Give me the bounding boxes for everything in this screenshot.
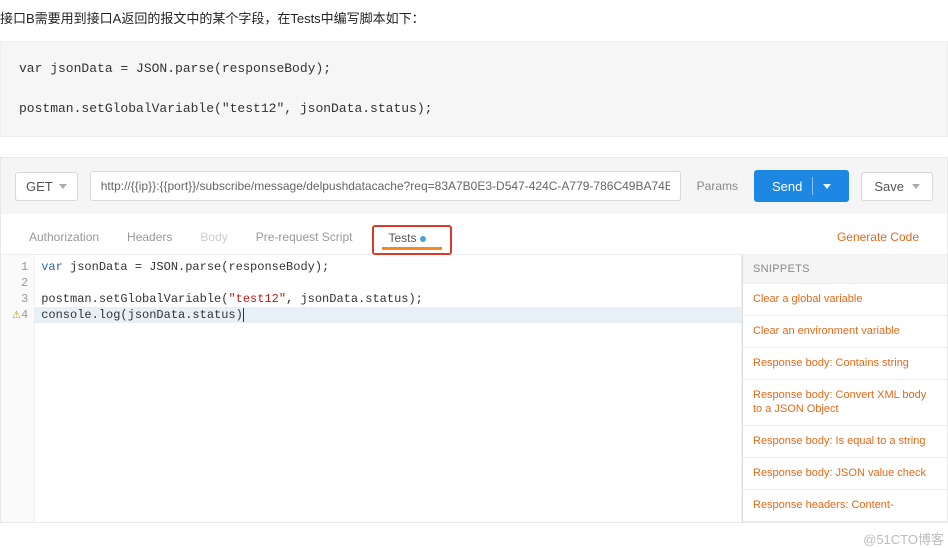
cursor-icon xyxy=(243,308,244,322)
generate-code-link[interactable]: Generate Code xyxy=(837,224,933,254)
t: var xyxy=(41,260,63,274)
chevron-down-icon xyxy=(59,184,67,189)
code-line: var jsonData = JSON.parse(responseBody); xyxy=(19,56,929,82)
line-num: 1 xyxy=(11,259,28,275)
line-num: ⚠4 xyxy=(11,307,28,323)
t: "test12" xyxy=(228,292,286,306)
code-editor[interactable]: 1 2 3 ⚠4 var jsonData = JSON.parse(respo… xyxy=(1,255,742,522)
workarea: 1 2 3 ⚠4 var jsonData = JSON.parse(respo… xyxy=(1,255,947,522)
code-area[interactable]: var jsonData = JSON.parse(responseBody);… xyxy=(35,255,741,522)
tab-tests-label: Tests xyxy=(388,231,416,245)
chevron-down-icon xyxy=(912,184,920,189)
dot-icon xyxy=(420,236,426,242)
snippet-item[interactable]: Response body: Is equal to a string xyxy=(743,426,947,458)
snippet-item[interactable]: Response body: Convert XML body to a JSO… xyxy=(743,380,947,427)
line-num: 3 xyxy=(11,291,28,307)
code-line xyxy=(35,275,741,291)
t: postman.setGlobalVariable( xyxy=(41,292,228,306)
snippets-panel: SNIPPETS Clear a global variable Clear a… xyxy=(742,255,947,522)
url-input[interactable] xyxy=(90,171,681,201)
send-label: Send xyxy=(772,179,802,194)
line-num: 2 xyxy=(11,275,28,291)
separator xyxy=(812,177,813,195)
tab-headers[interactable]: Headers xyxy=(113,224,186,254)
save-button[interactable]: Save xyxy=(861,172,933,201)
tab-authorization[interactable]: Authorization xyxy=(15,224,113,254)
t: , jsonData.status); xyxy=(286,292,423,306)
blank xyxy=(19,82,929,96)
intro-text: 接口B需要用到接口A返回的报文中的某个字段，在Tests中编写脚本如下： xyxy=(0,0,948,37)
snippet-item[interactable]: Clear an environment variable xyxy=(743,316,947,348)
snippet-item[interactable]: Response body: JSON value check xyxy=(743,458,947,490)
t: console.log(jsonData.status) xyxy=(41,308,243,322)
tab-body[interactable]: Body xyxy=(186,224,241,254)
snippet-item[interactable]: Response headers: Content- xyxy=(743,490,947,522)
chevron-down-icon xyxy=(823,184,831,189)
snippet-item[interactable]: Clear a global variable xyxy=(743,284,947,316)
params-link[interactable]: Params xyxy=(693,179,742,193)
warning-icon: ⚠ xyxy=(11,309,21,325)
tabs: Authorization Headers Body Pre-request S… xyxy=(1,214,947,255)
snippets-header: SNIPPETS xyxy=(743,255,947,284)
request-bar: GET Params Send Save xyxy=(1,158,947,214)
tab-pre-request[interactable]: Pre-request Script xyxy=(242,224,367,254)
code-line: postman.setGlobalVariable("test12", json… xyxy=(35,291,741,307)
method-label: GET xyxy=(26,179,53,194)
send-button[interactable]: Send xyxy=(754,170,849,202)
code-line: console.log(jsonData.status) xyxy=(35,307,741,323)
code-line: postman.setGlobalVariable("test12", json… xyxy=(19,96,929,122)
snippet-item[interactable]: Response body: Contains string xyxy=(743,348,947,380)
code-line: var jsonData = JSON.parse(responseBody); xyxy=(35,259,741,275)
ln: 4 xyxy=(21,308,28,322)
gutter: 1 2 3 ⚠4 xyxy=(1,255,35,522)
save-label: Save xyxy=(874,179,904,194)
code-block: var jsonData = JSON.parse(responseBody);… xyxy=(0,41,948,137)
t: jsonData = JSON.parse(responseBody); xyxy=(63,260,329,274)
app-window: GET Params Send Save Authorization Heade… xyxy=(0,157,948,523)
tab-tests[interactable]: Tests xyxy=(372,225,452,255)
method-dropdown[interactable]: GET xyxy=(15,172,78,201)
